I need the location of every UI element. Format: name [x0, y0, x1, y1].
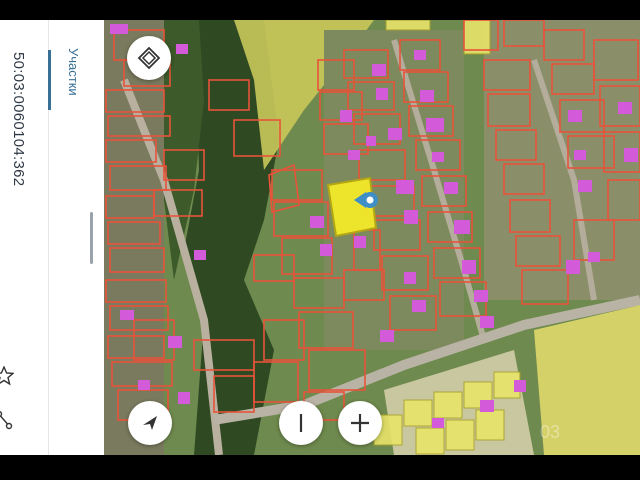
share-icon[interactable] [0, 410, 14, 430]
compass-button[interactable] [128, 401, 172, 445]
cadastral-map[interactable]: 03 [104, 20, 640, 455]
navigation-arrow-icon [143, 416, 157, 430]
active-tab-indicator [48, 50, 51, 110]
cadastral-number: 50:03:0060104:362 [10, 52, 27, 187]
panel-drag-handle[interactable] [90, 212, 93, 264]
bottom-black-bar [0, 455, 640, 480]
zoom-in-button[interactable] [338, 401, 382, 445]
tab-parcels[interactable]: Участки [66, 48, 81, 96]
side-panel: 50:03:0060104:362 Участки [0, 20, 104, 455]
layers-diamond-icon [137, 46, 161, 70]
star-icon[interactable] [0, 366, 14, 386]
app-screen: 03 50:03:0060104:362 Участки [0, 20, 640, 455]
layers-button[interactable] [127, 36, 171, 80]
zoom-out-button[interactable] [279, 401, 323, 445]
plus-icon [351, 414, 369, 432]
watermark-text: 03 [540, 422, 561, 442]
minus-icon [299, 414, 303, 432]
map-canvas[interactable] [104, 20, 640, 455]
